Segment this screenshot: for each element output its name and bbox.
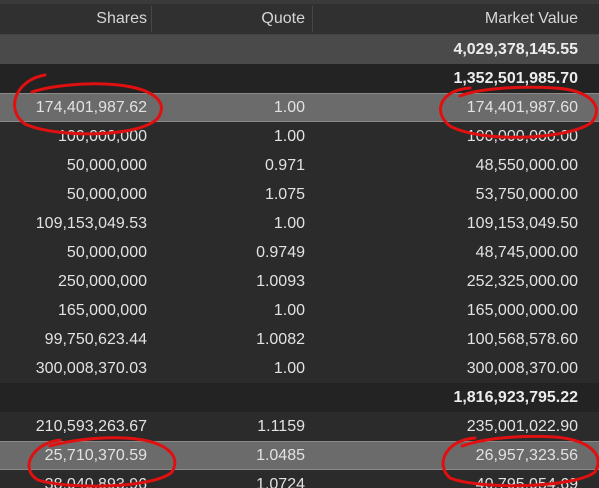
table-row[interactable]: 99,750,623.44 1.0082 100,568,578.60 <box>0 325 599 354</box>
shares-cell: 109,153,049.53 <box>35 215 147 232</box>
quote-cell: 1.00 <box>273 360 305 377</box>
quote-cell: 1.0093 <box>256 273 305 290</box>
table-row[interactable]: 50,000,000 1.075 53,750,000.00 <box>0 180 599 209</box>
shares-cell: 300,008,370.03 <box>35 360 147 377</box>
table-row[interactable]: 38,040,893.96 1.0724 40,795,054.69 <box>0 470 599 488</box>
market-value-cell: 100,568,578.60 <box>466 331 578 348</box>
shares-cell: 25,710,370.59 <box>44 447 147 464</box>
table-row-selected[interactable]: 25,710,370.59 1.0485 26,957,323.56 <box>0 441 599 470</box>
table-row[interactable]: 109,153,049.53 1.00 109,153,049.50 <box>0 209 599 238</box>
market-value-cell: 53,750,000.00 <box>475 186 578 203</box>
shares-cell: 174,401,987.62 <box>35 99 147 116</box>
quote-cell: 1.00 <box>273 128 305 145</box>
table-row[interactable]: 300,008,370.03 1.00 300,008,370.00 <box>0 354 599 383</box>
quote-cell: 0.971 <box>264 157 305 174</box>
quote-cell: 1.0082 <box>256 331 305 348</box>
market-value-cell: 1,352,501,985.70 <box>453 70 578 87</box>
table-row[interactable]: 100,000,000 1.00 100,000,000.00 <box>0 122 599 151</box>
table-row-total[interactable]: 4,029,378,145.55 <box>0 35 599 64</box>
market-value-cell: 109,153,049.50 <box>466 215 578 232</box>
table-row[interactable]: 250,000,000 1.0093 252,325,000.00 <box>0 267 599 296</box>
shares-cell: 50,000,000 <box>66 244 147 261</box>
market-value-cell: 40,795,054.69 <box>475 476 578 488</box>
column-header-quote[interactable]: Quote <box>150 4 305 34</box>
shares-cell: 38,040,893.96 <box>44 476 147 488</box>
shares-cell: 250,000,000 <box>58 273 147 290</box>
quote-cell: 1.00 <box>273 99 305 116</box>
holdings-grid: Shares Quote Market Value 4,029,378,145.… <box>0 0 599 488</box>
column-header-shares[interactable]: Shares <box>0 4 147 34</box>
quote-cell: 1.0724 <box>256 476 305 488</box>
grid-header: Shares Quote Market Value <box>0 4 599 35</box>
shares-cell: 165,000,000 <box>58 302 147 319</box>
market-value-cell: 174,401,987.60 <box>466 99 578 116</box>
quote-cell: 0.9749 <box>256 244 305 261</box>
market-value-cell: 300,008,370.00 <box>466 360 578 377</box>
market-value-cell: 165,000,000.00 <box>466 302 578 319</box>
shares-cell: 50,000,000 <box>66 186 147 203</box>
quote-cell: 1.00 <box>273 302 305 319</box>
market-value-cell: 1,816,923,795.22 <box>453 389 578 406</box>
shares-cell: 210,593,263.67 <box>35 418 147 435</box>
shares-cell: 100,000,000 <box>58 128 147 145</box>
quote-cell: 1.075 <box>264 186 305 203</box>
market-value-cell: 235,001,022.90 <box>466 418 578 435</box>
table-row-selected[interactable]: 174,401,987.62 1.00 174,401,987.60 <box>0 93 599 122</box>
shares-cell: 99,750,623.44 <box>44 331 147 348</box>
shares-cell: 50,000,000 <box>66 157 147 174</box>
quote-cell: 1.1159 <box>257 418 305 435</box>
market-value-cell: 48,745,000.00 <box>475 244 578 261</box>
market-value-cell: 252,325,000.00 <box>466 273 578 290</box>
table-row[interactable]: 50,000,000 0.9749 48,745,000.00 <box>0 238 599 267</box>
table-row[interactable]: 50,000,000 0.971 48,550,000.00 <box>0 151 599 180</box>
table-row[interactable]: 165,000,000 1.00 165,000,000.00 <box>0 296 599 325</box>
market-value-cell: 100,000,000.00 <box>466 128 578 145</box>
quote-cell: 1.00 <box>273 215 305 232</box>
column-header-market-value[interactable]: Market Value <box>310 4 578 34</box>
quote-cell: 1.0485 <box>256 447 305 464</box>
table-row-group[interactable]: 1,816,923,795.22 <box>0 383 599 412</box>
table-row-group[interactable]: 1,352,501,985.70 <box>0 64 599 93</box>
market-value-cell: 4,029,378,145.55 <box>453 41 578 58</box>
market-value-cell: 26,957,323.56 <box>475 447 578 464</box>
market-value-cell: 48,550,000.00 <box>475 157 578 174</box>
table-row[interactable]: 210,593,263.67 1.1159 235,001,022.90 <box>0 412 599 441</box>
